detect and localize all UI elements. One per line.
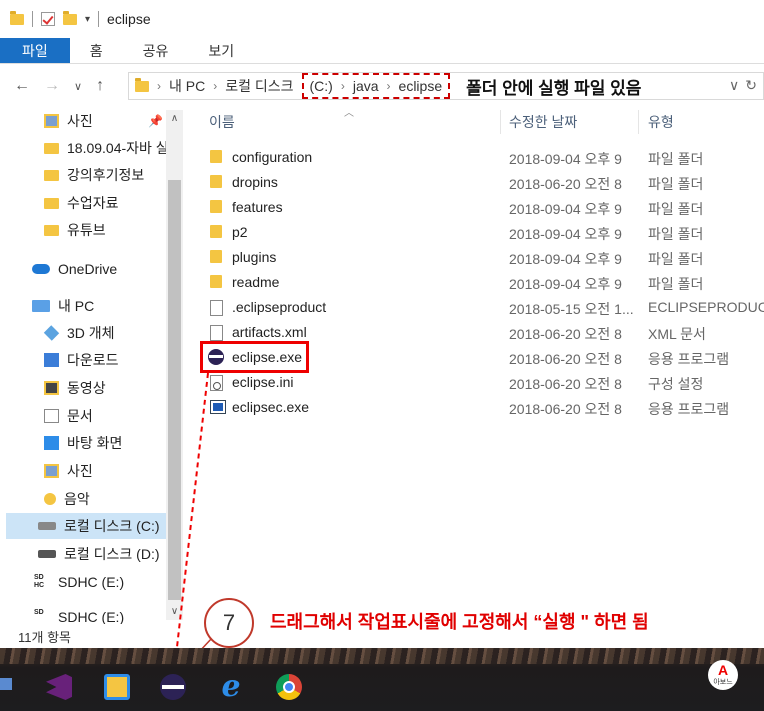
taskbar: e [0, 648, 764, 711]
tray-logo-letter: A [717, 662, 729, 678]
partial-app-icon[interactable] [0, 678, 12, 690]
visual-studio-icon[interactable] [46, 674, 72, 700]
tray-logo-text: 아보느 [713, 679, 733, 686]
item-count-status: 11개 항목 [18, 630, 71, 645]
step-number-badge: 7 [204, 598, 254, 648]
file-explorer-icon[interactable] [104, 674, 130, 700]
internet-explorer-icon[interactable]: e [218, 672, 244, 702]
eclipse-icon[interactable] [160, 674, 186, 700]
tray-logo-icon[interactable]: A 아보느 [708, 660, 738, 690]
instruction-text: 드래그해서 작업표시줄에 고정해서 “실행 " 하면 됨 [270, 612, 649, 632]
drag-dashed-line [175, 372, 209, 657]
chrome-icon[interactable] [276, 674, 302, 700]
drag-path-annotation [170, 372, 213, 669]
wallpaper-strip [0, 648, 764, 664]
